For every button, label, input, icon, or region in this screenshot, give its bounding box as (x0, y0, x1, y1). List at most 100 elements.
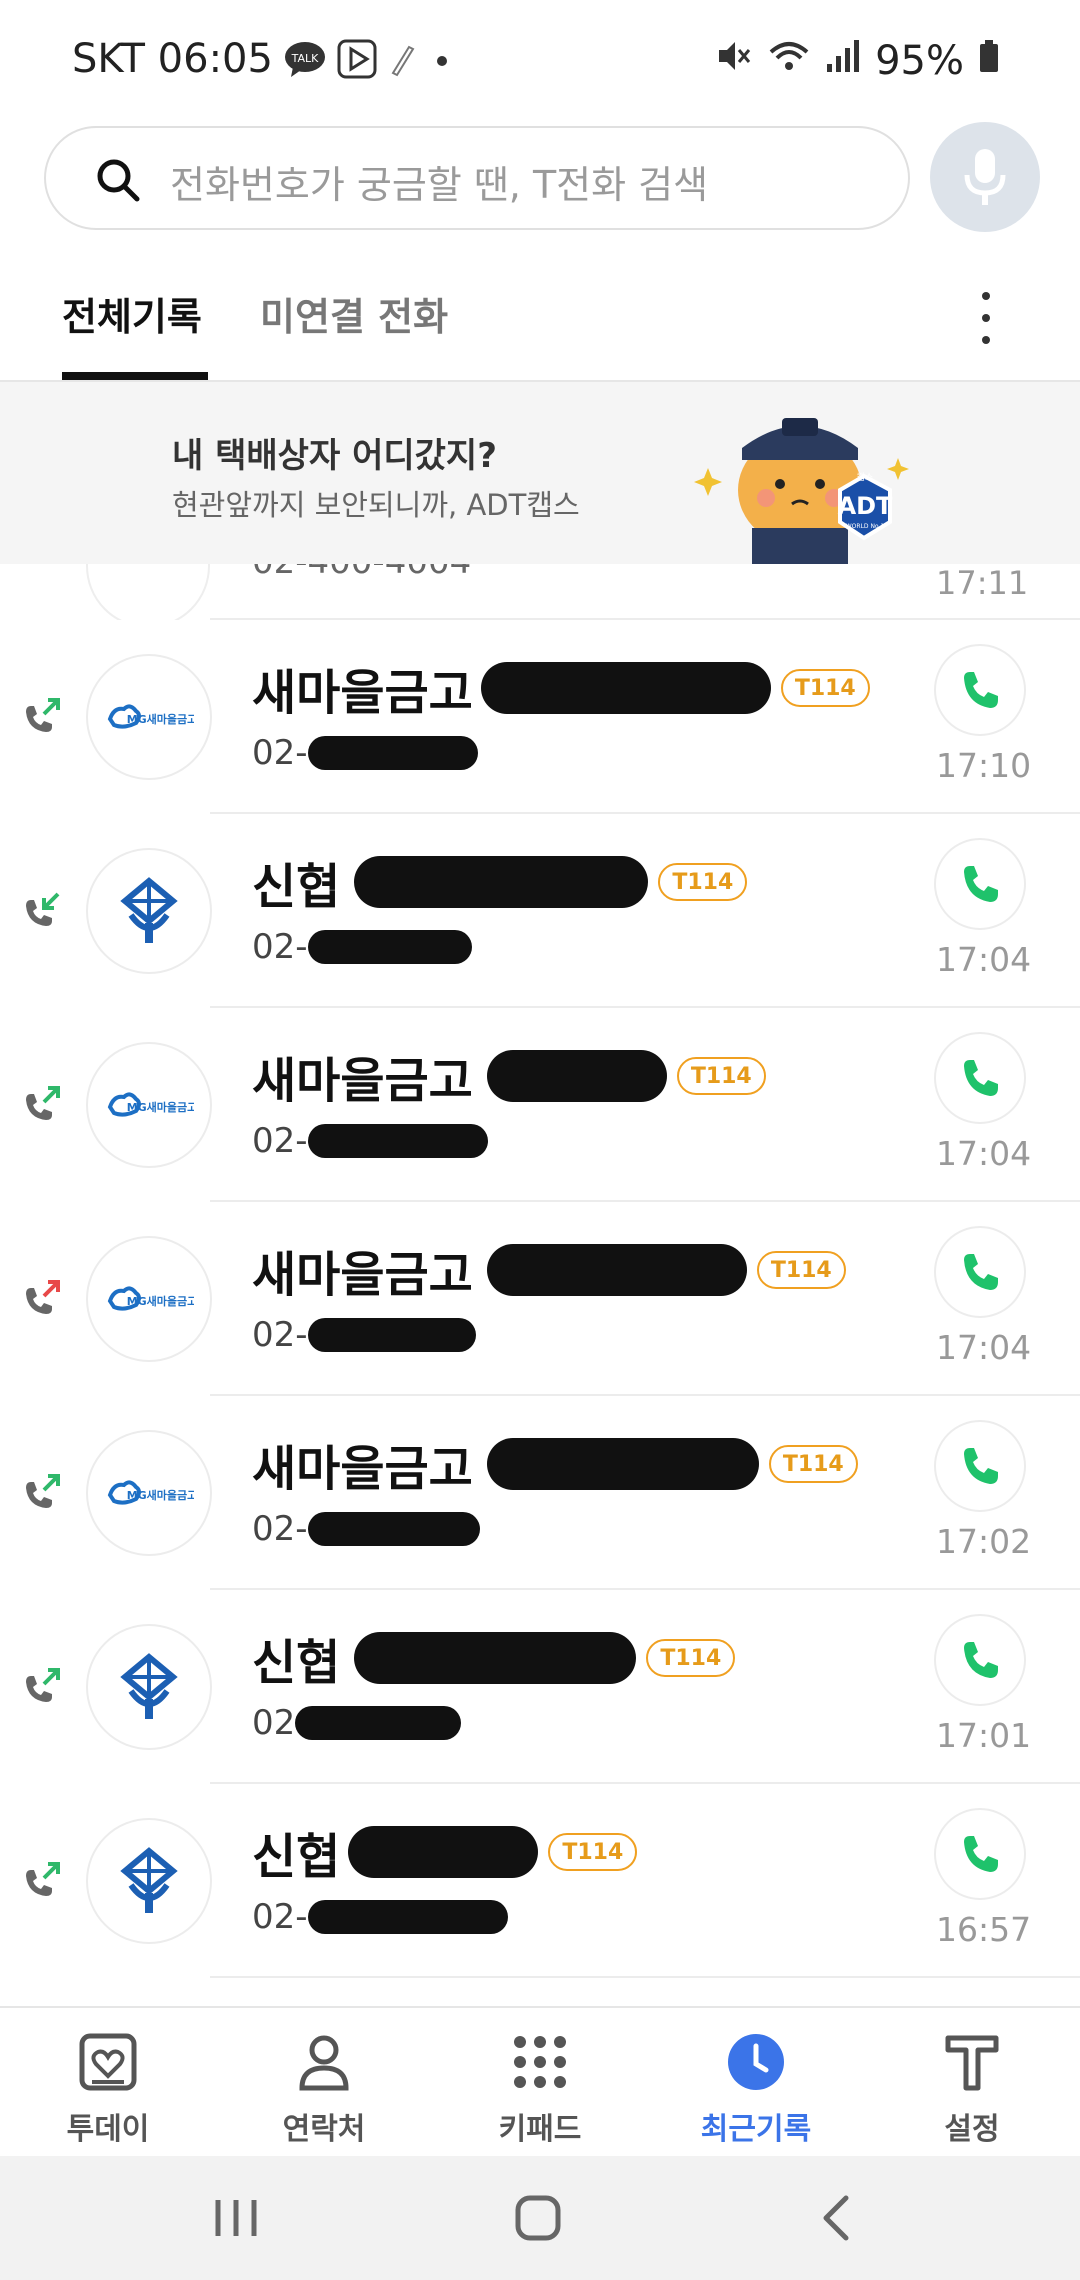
call-time: 17:11 (936, 564, 1029, 602)
call-button[interactable] (934, 1808, 1026, 1900)
contact-name: 새마을금고 (252, 1053, 473, 1109)
battery-percent: 95% (875, 38, 964, 84)
call-button[interactable] (934, 838, 1026, 930)
nav-today[interactable]: 투데이 (0, 2008, 216, 2158)
call-log-item[interactable]: MG새마을금고 새마을금고 T114 02- 17:10 (0, 620, 1080, 814)
more-options-button[interactable] (978, 292, 994, 352)
call-time: 17:10 (936, 746, 1032, 785)
back-icon[interactable] (806, 2186, 870, 2250)
svg-text:ADT: ADT (838, 492, 893, 520)
mg-icon: MG새마을금고 (86, 1236, 212, 1362)
outgoing-call-icon (26, 1862, 60, 1896)
bottom-navigation: 투데이 연락처 키패드 최근기록 설정 (0, 2006, 1080, 2156)
svg-text:MG새마을금고: MG새마을금고 (127, 1294, 194, 1308)
search-placeholder: 전화번호가 궁금할 땐, T전화 검색 (170, 163, 709, 207)
call-time: 17:04 (936, 1134, 1032, 1173)
call-log-item-partial[interactable]: 02-400-4004 17:11 (0, 564, 1080, 620)
call-button[interactable] (934, 1614, 1026, 1706)
settings-t-icon (945, 2035, 999, 2091)
talk-notification-icon: TALK (283, 39, 327, 79)
redacted-name (354, 1632, 637, 1684)
t114-badge: T114 (646, 1639, 736, 1677)
redacted-name (486, 1244, 747, 1296)
play-store-notification-icon (337, 39, 377, 79)
contact-name-line: 신협 T114 (252, 1626, 736, 1691)
carrier-time: SKT 06:05 (72, 36, 273, 82)
t114-badge: T114 (780, 669, 870, 707)
call-log-item[interactable]: MG새마을금고 새마을금고 T114 02- 17:02 (0, 1396, 1080, 1590)
t114-badge: T114 (548, 1833, 638, 1871)
shinhyup-icon (86, 1624, 212, 1750)
more-notifications-dot-icon (427, 39, 457, 79)
nav-contacts[interactable]: 연락처 (216, 2008, 432, 2158)
redacted-name (348, 1826, 539, 1878)
phone-number-prefix: 02- (252, 1121, 308, 1161)
phone-number-prefix: 02- (252, 927, 308, 967)
outgoing-unanswered-call-icon (26, 1280, 60, 1314)
phone-icon (964, 1254, 998, 1290)
contact-name-line: 새마을금고 T114 (252, 1044, 766, 1109)
wifi-icon (767, 36, 811, 86)
t114-badge: T114 (756, 1251, 846, 1289)
call-log-item[interactable]: 신협 T114 02- 16:57 (0, 1784, 1080, 1978)
status-left: SKT 06:05 TALK (72, 36, 457, 82)
ad-subtitle: 현관앞까지 보안되니까, ADT캡스 (172, 488, 580, 522)
redacted-number (307, 1318, 476, 1352)
phone-number-prefix: 02- (252, 1897, 308, 1937)
shinhyup-icon (86, 1818, 212, 1944)
redacted-name (486, 1050, 667, 1102)
outgoing-call-icon (26, 1474, 60, 1508)
more-dot (982, 336, 990, 344)
signal-icon (825, 36, 861, 86)
t114-badge: T114 (676, 1057, 766, 1095)
call-log-item[interactable]: 신협 T114 02 17:01 (0, 1590, 1080, 1784)
outgoing-call-icon (26, 1668, 60, 1702)
call-time: 17:02 (936, 1522, 1032, 1561)
call-log-item[interactable]: MG새마을금고 새마을금고 T114 02- 17:04 (0, 1202, 1080, 1396)
phone-number: 02-400-4004 (252, 564, 471, 582)
call-log-item[interactable]: 신협 T114 02- 17:04 (0, 814, 1080, 1008)
call-button[interactable] (934, 1032, 1026, 1124)
nav-settings[interactable]: 설정 (864, 2008, 1080, 2158)
call-log-item[interactable]: MG새마을금고 새마을금고 T114 02- 17:04 (0, 1008, 1080, 1202)
svg-text:캡스: 캡스 (857, 471, 874, 483)
call-button[interactable] (934, 1420, 1026, 1512)
contact-name: 새마을금고 (252, 1247, 473, 1303)
nav-recents[interactable]: 최근기록 (648, 2008, 864, 2158)
search-icon (97, 159, 140, 202)
contact-avatar (86, 564, 210, 620)
divider (210, 1976, 1080, 1978)
svg-text:TALK: TALK (291, 52, 320, 65)
call-time: 16:57 (936, 1910, 1032, 1949)
phone-number-prefix: 02- (252, 733, 308, 773)
svg-text:MG새마을금고: MG새마을금고 (127, 1488, 194, 1502)
voice-search-button[interactable] (930, 122, 1040, 232)
ad-title: 내 택배상자 어디갔지? (172, 436, 497, 476)
phone-icon (964, 866, 998, 902)
call-button[interactable] (934, 1226, 1026, 1318)
nav-contacts-label: 연락처 (282, 2112, 366, 2147)
redacted-name (354, 856, 649, 908)
phone-icon (964, 1060, 998, 1096)
ad-banner[interactable]: 내 택배상자 어디갔지? 현관앞까지 보안되니까, ADT캡스 캡스 ADT W… (0, 382, 1080, 564)
keypad-icon (514, 2036, 566, 2088)
tab-all-calls[interactable]: 전체기록 (62, 286, 202, 341)
search-input[interactable]: 전화번호가 궁금할 땐, T전화 검색 (44, 126, 910, 230)
phone-number-line: 02 (252, 1700, 462, 1746)
contact-name-line: 신협 T114 (252, 1820, 638, 1885)
phone-icon (964, 672, 998, 708)
status-right: 95% (713, 36, 1000, 86)
phone-number-prefix: 02- (252, 1315, 308, 1355)
call-button[interactable] (934, 644, 1026, 736)
phone-number-prefix: 02 (252, 1703, 296, 1743)
nav-keypad[interactable]: 키패드 (432, 2008, 648, 2158)
tab-missed-calls[interactable]: 미연결 전화 (260, 286, 448, 341)
contact-name-line: 새마을금고 T114 (252, 1432, 858, 1497)
recent-apps-icon[interactable] (204, 2186, 268, 2250)
mute-icon (713, 36, 753, 86)
phone-number-line: 02- (252, 924, 472, 970)
contact-name-line: 새마을금고 T114 (252, 656, 870, 721)
svg-text:MG새마을금고: MG새마을금고 (127, 712, 194, 726)
home-icon[interactable] (506, 2186, 570, 2250)
shinhyup-icon (86, 848, 212, 974)
